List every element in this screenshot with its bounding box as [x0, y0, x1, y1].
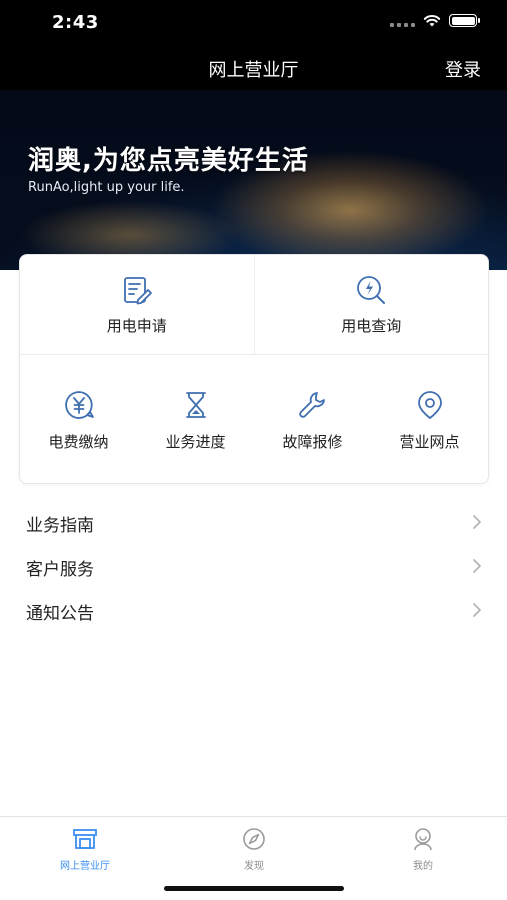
- service-electricity-application[interactable]: 用电申请: [20, 255, 254, 354]
- list-item-customer-service[interactable]: 客户服务: [0, 544, 507, 588]
- power-search-icon: [357, 276, 386, 304]
- service-electricity-query[interactable]: 用电查询: [253, 255, 489, 354]
- storefront-icon: [73, 829, 97, 849]
- chevron-right-icon: [473, 559, 482, 573]
- banner-title: 润奥,为您点亮美好生活: [28, 146, 309, 176]
- banner-subtitle: RunAo,light up your life.: [28, 180, 185, 195]
- banner[interactable]: 润奥,为您点亮美好生活 RunAo,light up your life.: [0, 90, 507, 270]
- login-button[interactable]: 登录: [445, 56, 481, 82]
- tab-online-hall[interactable]: 网上营业厅: [25, 827, 145, 872]
- list-item-announcements[interactable]: 通知公告: [0, 588, 507, 632]
- wifi-icon: [423, 15, 441, 27]
- list-item-label: 通知公告: [26, 604, 94, 624]
- battery-icon: [449, 14, 480, 27]
- service-business-progress[interactable]: 业务进度: [137, 355, 254, 485]
- service-label: 业务进度: [165, 433, 226, 451]
- services-card: 用电申请 用电查询 电费缴纳 业务进度 故障报修 营业网点: [19, 254, 489, 484]
- top-bar: 2:43 网上营业厅 登录: [0, 0, 507, 90]
- user-icon: [414, 828, 432, 851]
- chevron-right-icon: [473, 515, 482, 529]
- service-business-outlets[interactable]: 营业网点: [371, 355, 488, 485]
- page-title: 网上营业厅: [208, 60, 299, 81]
- tab-label: 网上营业厅: [60, 861, 110, 872]
- tab-label: 发现: [244, 861, 264, 872]
- service-label: 用电申请: [106, 317, 167, 335]
- status-time: 2:43: [52, 12, 99, 33]
- services-bottom-row: 电费缴纳 业务进度 故障报修 营业网点: [20, 355, 488, 485]
- list-item-label: 客户服务: [26, 560, 94, 580]
- services-top-row: 用电申请 用电查询: [20, 255, 488, 355]
- cellular-signal-icon: [390, 15, 415, 27]
- service-label: 用电查询: [341, 317, 402, 335]
- list-item-business-guide[interactable]: 业务指南: [0, 500, 507, 544]
- edit-document-icon: [123, 277, 152, 305]
- hourglass-icon: [185, 392, 206, 418]
- info-list: 业务指南 客户服务 通知公告: [0, 500, 507, 632]
- tab-discover[interactable]: 发现: [194, 827, 314, 872]
- tab-mine[interactable]: 我的: [363, 827, 483, 872]
- service-label: 营业网点: [399, 433, 460, 451]
- location-pin-icon: [417, 391, 442, 420]
- compass-icon: [243, 828, 265, 850]
- list-item-label: 业务指南: [26, 516, 94, 536]
- app-screen: 2:43 网上营业厅 登录 润奥,为您点亮美好生活 RunAo,light up…: [0, 0, 507, 900]
- home-indicator[interactable]: [164, 886, 344, 891]
- tab-label: 我的: [413, 861, 433, 872]
- yuan-bubble-icon: [64, 391, 94, 419]
- service-label: 电费缴纳: [48, 433, 109, 451]
- service-label: 故障报修: [282, 433, 343, 451]
- service-fault-repair[interactable]: 故障报修: [254, 355, 371, 485]
- status-icons: [390, 14, 480, 27]
- chevron-right-icon: [473, 603, 482, 617]
- service-bill-payment[interactable]: 电费缴纳: [20, 355, 137, 485]
- wrench-icon: [298, 392, 325, 418]
